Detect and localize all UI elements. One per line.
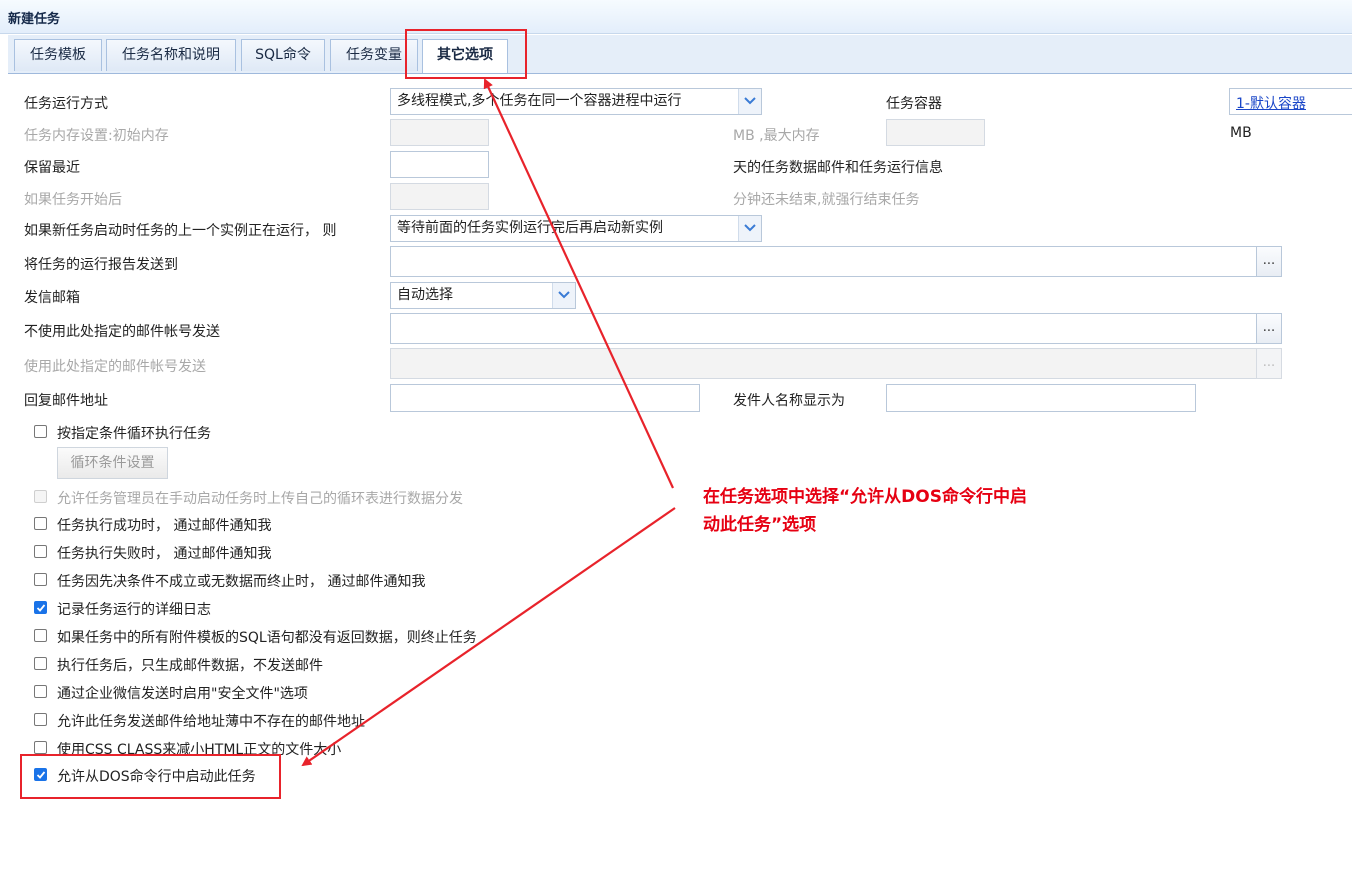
- arrow-to-tab: [483, 78, 674, 489]
- annotation-line-1: 在任务选项中选择“允许从DOS命令行中启: [703, 487, 1027, 507]
- annotation-line-2: 动此任务”选项: [703, 515, 817, 535]
- annotation-arrows: [301, 78, 676, 767]
- arrow-to-option: [301, 507, 676, 767]
- annotation-text: 在任务选项中选择“允许从DOS命令行中启 动此任务”选项: [703, 483, 1027, 539]
